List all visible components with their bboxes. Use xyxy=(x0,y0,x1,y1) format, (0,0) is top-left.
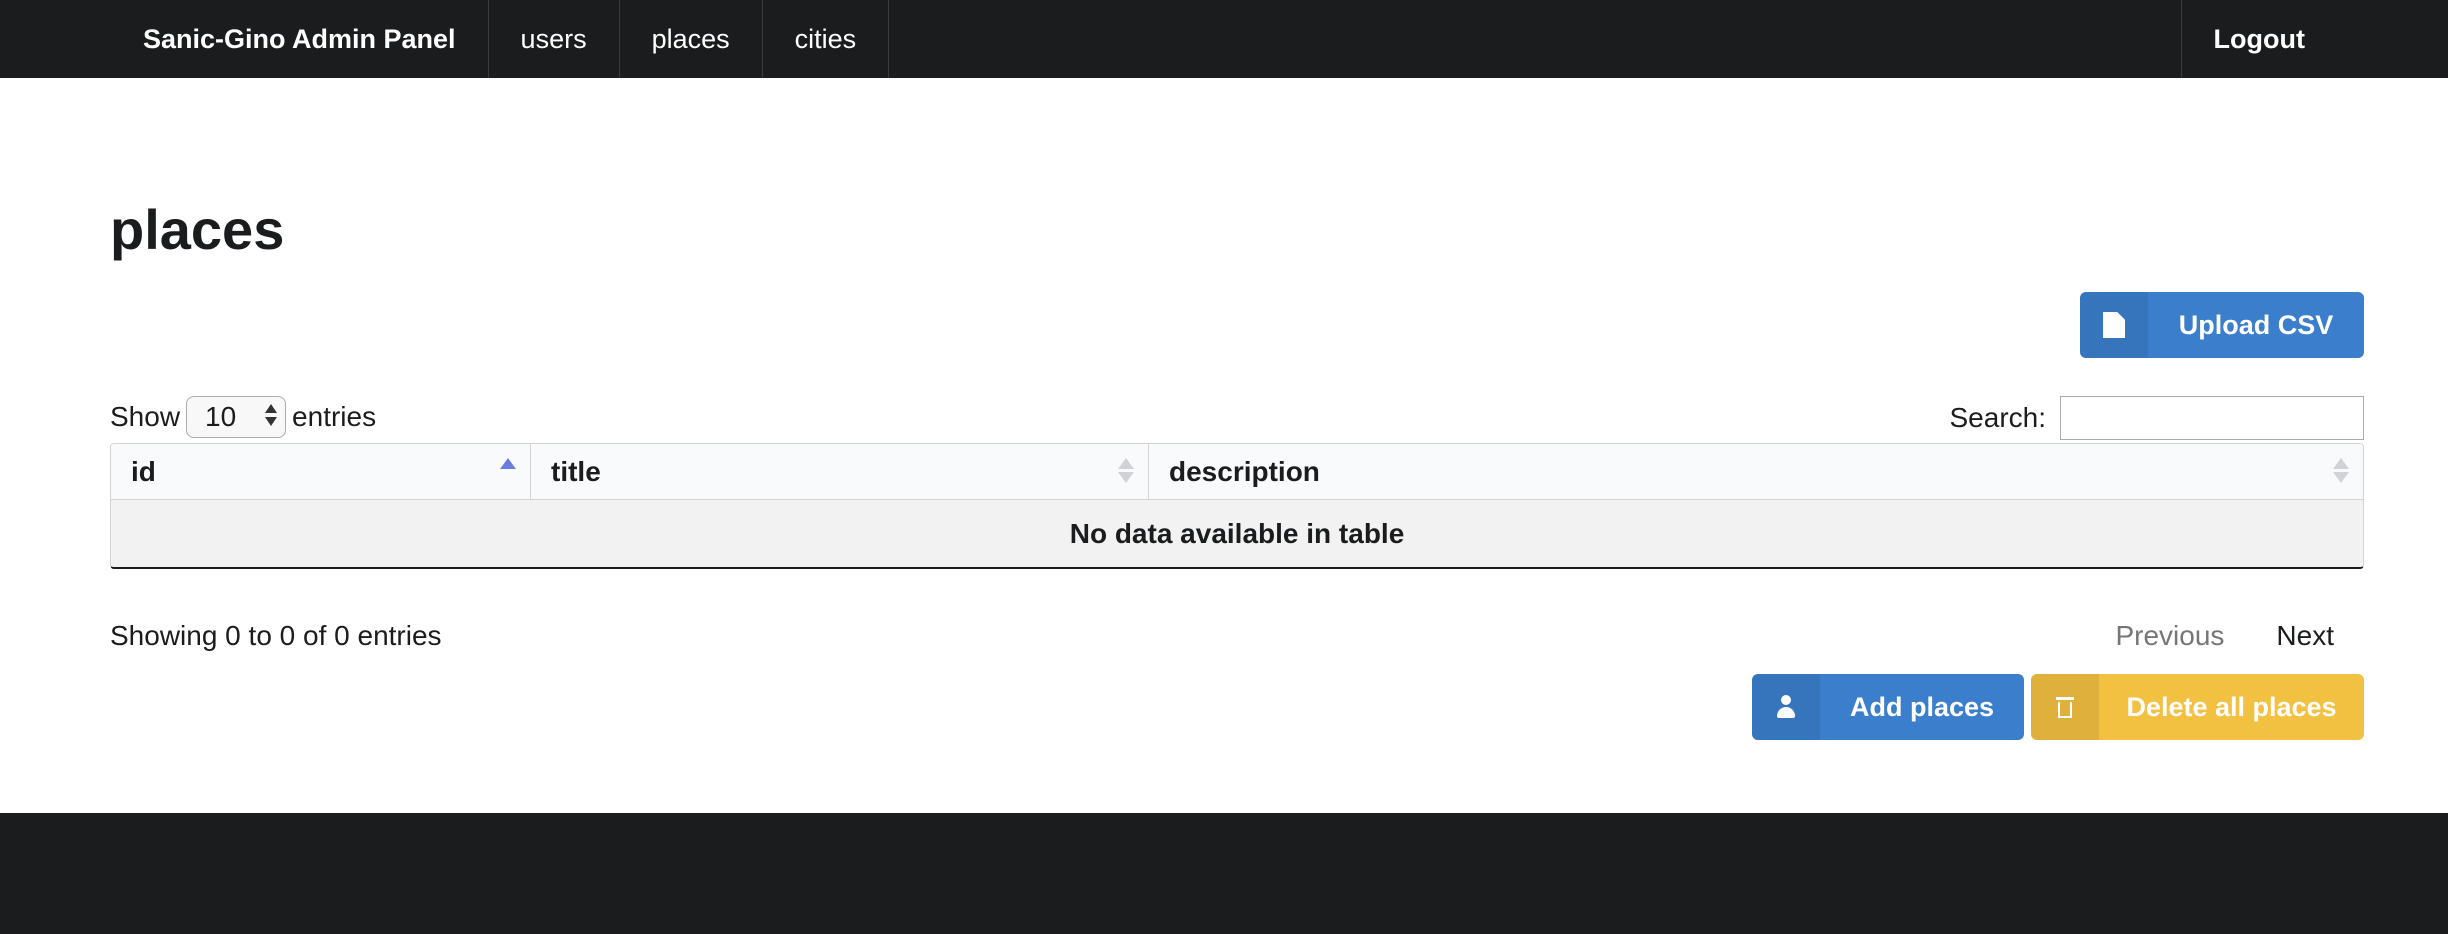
top-navbar: Sanic-Gino Admin Panel users places citi… xyxy=(0,0,2448,78)
add-places-label: Add places xyxy=(1849,691,1995,722)
upload-csv-button[interactable]: Upload CSV xyxy=(2080,292,2364,358)
table-search: Search: xyxy=(1949,396,2364,440)
table-info: Showing 0 to 0 of 0 entries xyxy=(110,620,442,651)
table-header-row: id title description xyxy=(111,444,2363,500)
sort-both-icon xyxy=(1118,458,1134,483)
search-input[interactable] xyxy=(2060,396,2364,440)
entries-length-control: Show 10 entries xyxy=(110,396,376,438)
entries-select[interactable]: 10 xyxy=(186,396,287,438)
column-header-label: title xyxy=(551,455,601,487)
pagination: Previous Next xyxy=(2089,620,2364,652)
page-title: places xyxy=(110,198,285,261)
entries-select-value: 10 xyxy=(205,401,237,432)
show-label: Show xyxy=(110,401,181,432)
column-header-description[interactable]: description xyxy=(1149,444,2363,499)
upload-csv-label: Upload CSV xyxy=(2178,309,2334,340)
user-icon xyxy=(1752,674,1820,740)
add-places-button[interactable]: Add places xyxy=(1752,674,2024,740)
file-icon xyxy=(2080,292,2148,358)
nav-spacer xyxy=(889,0,2182,78)
logout-link[interactable]: Logout xyxy=(2182,0,2337,78)
nav-item-places[interactable]: places xyxy=(620,0,763,78)
entries-label: entries xyxy=(292,401,377,432)
page-footer xyxy=(0,813,2448,934)
brand-link[interactable]: Sanic-Gino Admin Panel xyxy=(111,0,489,78)
select-arrows-icon xyxy=(265,404,278,426)
sort-ascending-icon xyxy=(500,458,516,483)
column-header-title[interactable]: title xyxy=(531,444,1149,499)
column-header-id[interactable]: id xyxy=(111,444,531,499)
nav-item-users[interactable]: users xyxy=(489,0,620,78)
empty-table-message: No data available in table xyxy=(111,500,2363,567)
trash-icon xyxy=(2031,674,2099,740)
previous-page-button[interactable]: Previous xyxy=(2089,620,2250,652)
places-table: id title description No data available i… xyxy=(110,443,2364,569)
column-header-label: id xyxy=(131,455,156,487)
column-header-label: description xyxy=(1169,455,1320,487)
delete-all-places-label: Delete all places xyxy=(2126,691,2337,722)
nav-item-cities[interactable]: cities xyxy=(763,0,890,78)
next-page-button[interactable]: Next xyxy=(2250,620,2364,652)
search-label: Search: xyxy=(1949,402,2047,433)
delete-all-places-button[interactable]: Delete all places xyxy=(2031,674,2364,740)
sort-both-icon xyxy=(2333,458,2349,483)
